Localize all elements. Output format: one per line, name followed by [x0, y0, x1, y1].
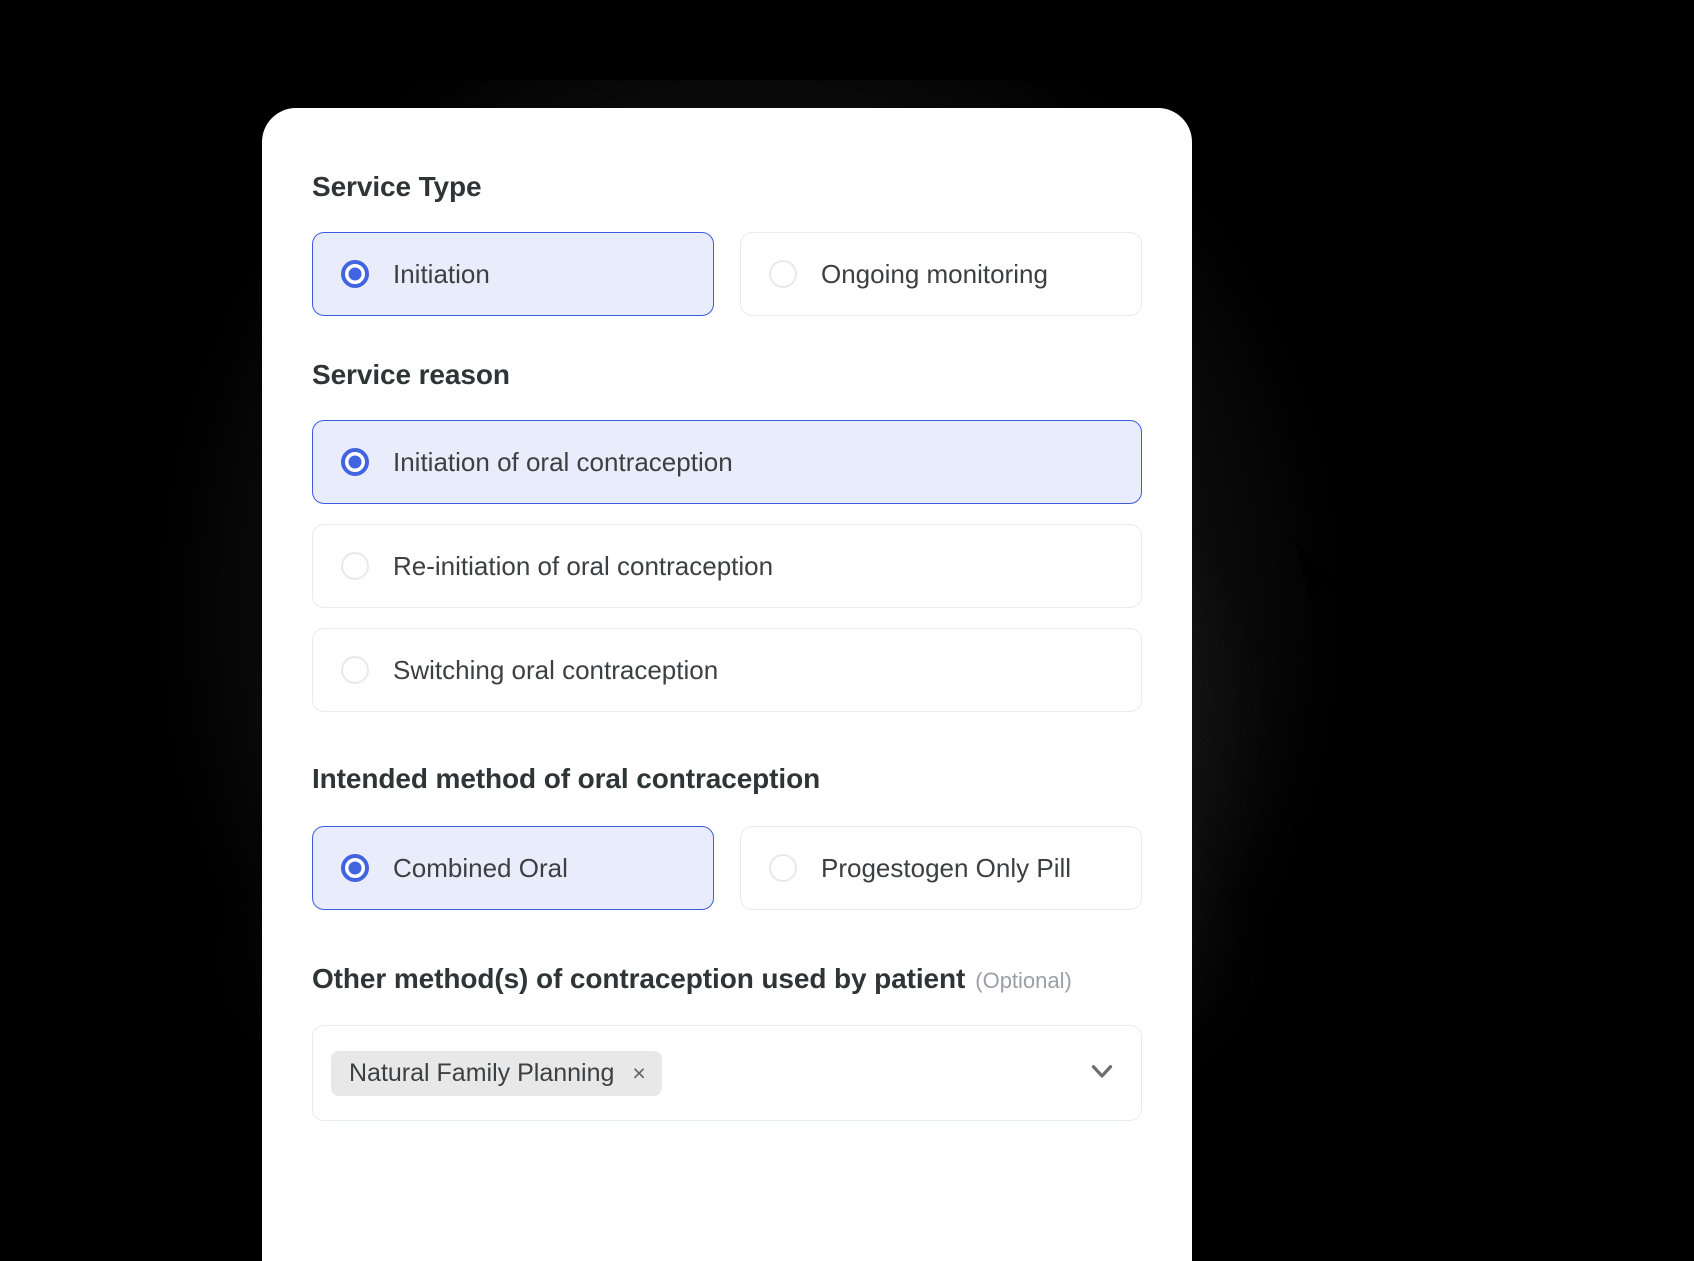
chip-remove-icon[interactable]: × [632, 1061, 645, 1085]
optional-tag: (Optional) [975, 967, 1072, 993]
form-card: Service Type Initiation Ongoing monitori… [262, 108, 1192, 1261]
section-intended-method: Intended method of oral contraception Co… [312, 762, 1142, 910]
intended-method-option-progestogen-only-pill[interactable]: Progestogen Only Pill [740, 825, 1142, 910]
annotation-handwriting: Buil for [1282, 794, 1428, 958]
service-reason-label: Service reason [312, 358, 510, 390]
radio-selected-icon[interactable] [341, 853, 369, 882]
curved-arrow-icon [1294, 540, 1408, 824]
chevron-down-icon[interactable] [1085, 1054, 1119, 1093]
other-methods-select[interactable]: Natural Family Planning × [312, 1025, 1142, 1122]
service-type-option-label: Ongoing monitoring [821, 258, 1048, 289]
annotation-line-1: Buil [1282, 797, 1420, 877]
service-type-options: Initiation Ongoing monitoring [312, 231, 1142, 316]
service-reason-option-label: Initiation of oral contraception [393, 447, 733, 478]
intended-method-option-combined-oral[interactable]: Combined Oral [312, 825, 714, 910]
intended-method-options: Combined Oral Progestogen Only Pill [312, 825, 1142, 910]
radio-unselected-icon[interactable] [341, 656, 369, 685]
handwritten-annotation: Buil for [1250, 500, 1694, 1060]
chip-label: Natural Family Planning [349, 1058, 615, 1087]
radio-unselected-icon[interactable] [341, 552, 369, 581]
service-reason-option-label: Switching oral contraception [393, 655, 719, 686]
intended-method-option-label: Combined Oral [393, 852, 568, 883]
service-type-option-initiation[interactable]: Initiation [312, 231, 714, 316]
service-reason-option-switching[interactable]: Switching oral contraception [312, 628, 1142, 713]
section-service-type: Service Type Initiation Ongoing monitori… [312, 170, 1142, 316]
radio-unselected-icon[interactable] [769, 853, 797, 882]
radio-unselected-icon[interactable] [769, 259, 797, 288]
service-reason-option-initiation[interactable]: Initiation of oral contraception [312, 420, 1142, 505]
service-reason-option-re-initiation[interactable]: Re-initiation of oral contraception [312, 524, 1142, 609]
service-reason-option-label: Re-initiation of oral contraception [393, 551, 774, 582]
service-type-option-label: Initiation [393, 258, 490, 289]
service-type-label: Service Type [312, 171, 482, 202]
radio-selected-icon[interactable] [341, 259, 369, 288]
intended-method-option-label: Progestogen Only Pill [821, 852, 1072, 883]
other-methods-label: Other method(s) of contraception used by… [312, 962, 1142, 996]
radio-selected-icon[interactable] [341, 448, 369, 477]
chip-natural-family-planning[interactable]: Natural Family Planning × [331, 1050, 662, 1096]
section-other-methods: Other method(s) of contraception used by… [312, 962, 1142, 1122]
other-methods-label-text: Other method(s) of contraception used by… [312, 962, 966, 994]
service-reason-options: Initiation of oral contraception Re-init… [312, 420, 1142, 713]
screenshot-stage: Service Type Initiation Ongoing monitori… [0, 0, 1694, 1261]
service-type-option-ongoing-monitoring[interactable]: Ongoing monitoring [740, 231, 1142, 316]
intended-method-label: Intended method of oral contraception [312, 763, 821, 795]
section-service-reason: Service reason Initiation of oral contra… [312, 358, 1142, 713]
selected-chips: Natural Family Planning × [331, 1050, 1073, 1096]
annotation-line-2: for [1290, 876, 1389, 953]
